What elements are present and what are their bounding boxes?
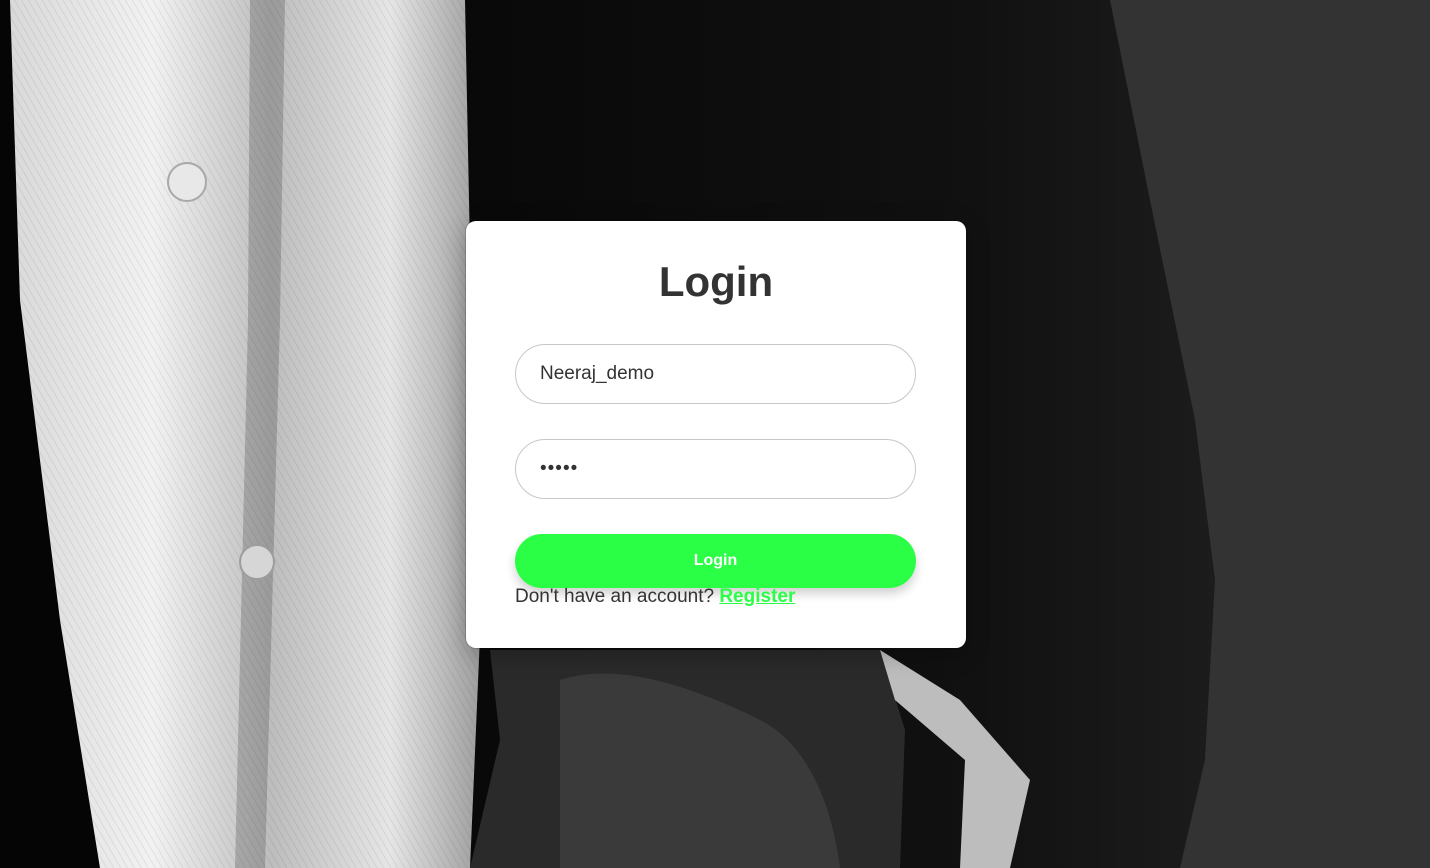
login-card: Login Login Don't have an account? Regis…	[466, 221, 966, 648]
register-prompt-text: Don't have an account?	[515, 586, 715, 607]
login-title: Login	[658, 258, 774, 305]
login-button[interactable]: Login	[515, 534, 916, 588]
register-prompt-line: Don't have an account? Register	[515, 586, 795, 608]
register-link[interactable]: Register	[719, 586, 795, 607]
password-input[interactable]	[515, 439, 916, 499]
login-page: Login Login Don't have an account? Regis…	[0, 0, 1430, 868]
username-input[interactable]	[515, 344, 916, 404]
